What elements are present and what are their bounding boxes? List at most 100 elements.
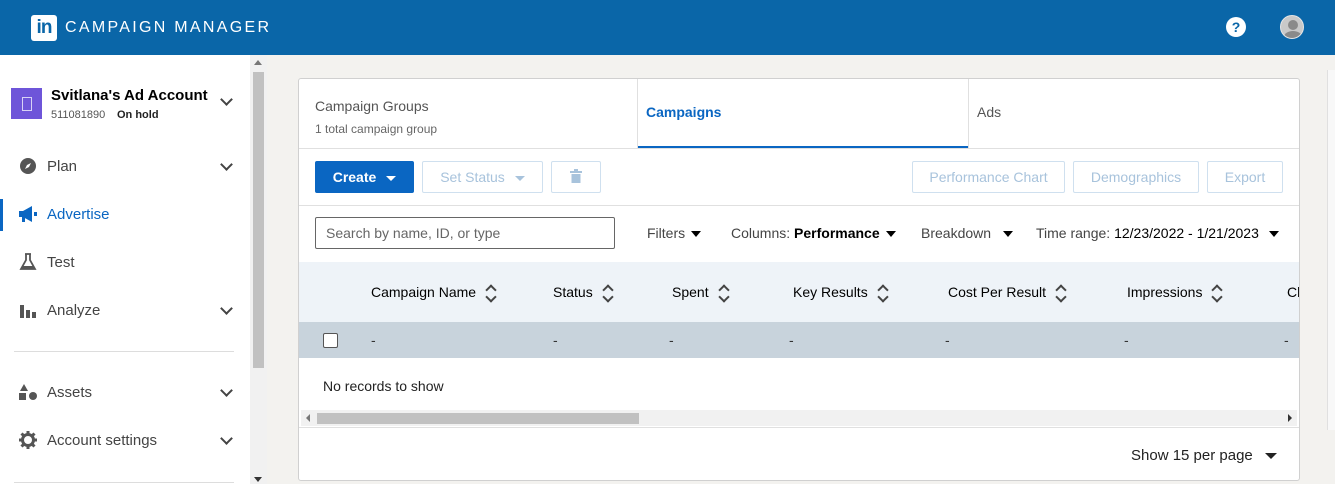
sort-icon[interactable] xyxy=(1056,286,1066,300)
sidebar: Svitlana's Ad Account 511081890 On hold … xyxy=(0,55,250,484)
column-header-label: Campaign Name xyxy=(371,284,477,300)
divider xyxy=(299,427,1299,428)
sidebar-item-account-settings[interactable]: Account settings xyxy=(0,421,250,461)
caret-down-icon xyxy=(386,175,397,181)
caret-down-icon xyxy=(1264,453,1277,460)
sidebar-scrollbar[interactable] xyxy=(250,55,267,484)
chevron-down-icon xyxy=(220,158,233,171)
sidebar-item-label: Analyze xyxy=(47,302,101,319)
linkedin-logo-icon[interactable]: in xyxy=(31,15,57,41)
column-header-clicks[interactable]: Cl xyxy=(1287,284,1299,300)
row-checkbox[interactable] xyxy=(323,333,338,348)
filters-label: Filters xyxy=(647,225,686,241)
table-header: Campaign Name Status Spent Key Results C… xyxy=(299,262,1299,322)
breakdown-dropdown[interactable]: Breakdown xyxy=(921,225,1014,241)
column-header-cost-per-result[interactable]: Cost Per Result xyxy=(948,284,1066,300)
sidebar-item-label: Test xyxy=(47,254,75,271)
campaign-panel: Campaign Groups 1 total campaign group C… xyxy=(298,78,1300,481)
account-name[interactable]: Svitlana's Ad Account xyxy=(51,87,208,104)
tab-ads[interactable]: Ads xyxy=(969,79,1299,148)
column-header-campaign-name[interactable]: Campaign Name xyxy=(371,284,496,300)
tab-campaigns[interactable]: Campaigns xyxy=(638,79,968,148)
table-cell: - xyxy=(669,332,674,348)
table-cell: - xyxy=(371,332,376,348)
page-scrollbar[interactable] xyxy=(1327,70,1335,430)
trash-icon xyxy=(570,163,582,193)
bar-chart-icon xyxy=(18,301,38,321)
sidebar-item-assets[interactable]: Assets xyxy=(0,373,250,413)
time-range-value: 12/23/2022 - 1/21/2023 xyxy=(1114,225,1259,241)
column-header-label: Status xyxy=(553,284,593,300)
columns-dropdown[interactable]: Columns: Performance xyxy=(731,225,896,241)
search-input[interactable]: Search by name, ID, or type xyxy=(315,217,615,249)
scroll-right-icon[interactable] xyxy=(1288,414,1292,422)
per-page-dropdown[interactable]: Show 15 per page xyxy=(1131,447,1277,464)
chevron-down-icon xyxy=(220,432,233,445)
caret-down-icon xyxy=(691,231,702,238)
compass-icon xyxy=(18,157,38,177)
divider xyxy=(299,205,1299,206)
scroll-down-icon[interactable] xyxy=(254,477,262,482)
sidebar-scroll-thumb[interactable] xyxy=(253,72,264,368)
caret-down-icon xyxy=(1268,231,1279,238)
sidebar-item-label: Account settings xyxy=(47,432,158,449)
column-header-label: Impressions xyxy=(1127,284,1203,300)
account-id: 511081890 xyxy=(51,109,106,121)
table-horizontal-scrollbar[interactable] xyxy=(301,410,1297,426)
scroll-up-icon[interactable] xyxy=(254,60,262,65)
app-title: CAMPAIGN MANAGER xyxy=(65,19,272,36)
sidebar-item-plan[interactable]: Plan xyxy=(0,147,250,187)
demographics-button[interactable]: Demographics xyxy=(1073,161,1199,193)
sort-icon[interactable] xyxy=(878,286,888,300)
caret-down-icon xyxy=(1003,231,1014,238)
performance-chart-button[interactable]: Performance Chart xyxy=(912,161,1065,193)
table-cell: - xyxy=(1284,332,1289,348)
avatar-body-icon xyxy=(1284,31,1302,38)
time-range-dropdown[interactable]: Time range: 12/23/2022 - 1/21/2023 xyxy=(1036,225,1279,241)
help-icon[interactable]: ? xyxy=(1226,17,1246,37)
avatar[interactable] xyxy=(1280,15,1304,39)
set-status-button[interactable]: Set Status xyxy=(422,161,543,193)
account-chevron-down-icon[interactable] xyxy=(220,93,233,106)
caret-down-icon xyxy=(885,231,896,238)
create-label: Create xyxy=(332,169,377,185)
sort-icon[interactable] xyxy=(486,286,496,300)
tab-title: Campaigns xyxy=(646,104,722,120)
scroll-left-icon[interactable] xyxy=(306,414,310,422)
chevron-down-icon xyxy=(220,384,233,397)
time-range-label: Time range: xyxy=(1036,225,1111,241)
horizontal-scroll-thumb[interactable] xyxy=(317,413,639,424)
sort-icon[interactable] xyxy=(603,286,613,300)
caret-down-icon xyxy=(514,175,525,181)
tab-subtitle: 1 total campaign group xyxy=(315,122,438,136)
table-row: - - - - - - - xyxy=(299,322,1299,358)
columns-value: Performance xyxy=(794,225,880,241)
column-header-label: Key Results xyxy=(793,284,868,300)
sort-icon[interactable] xyxy=(1212,286,1222,300)
delete-button[interactable] xyxy=(551,161,601,193)
sidebar-item-analyze[interactable]: Analyze xyxy=(0,291,250,331)
column-header-key-results[interactable]: Key Results xyxy=(793,284,888,300)
active-indicator xyxy=(0,199,3,231)
table-cell: - xyxy=(945,332,950,348)
create-button[interactable]: Create xyxy=(315,161,414,193)
column-header-impressions[interactable]: Impressions xyxy=(1127,284,1222,300)
column-header-label: Cost Per Result xyxy=(948,284,1047,300)
sidebar-item-test[interactable]: Test xyxy=(0,243,250,283)
sidebar-item-advertise[interactable]: Advertise xyxy=(0,195,250,235)
column-header-label: Spent xyxy=(672,284,709,300)
tab-title: Ads xyxy=(977,104,1002,120)
empty-state-text: No records to show xyxy=(323,378,444,394)
export-button[interactable]: Export xyxy=(1207,161,1283,193)
flask-icon xyxy=(18,253,38,273)
avatar-head-icon xyxy=(1288,20,1298,30)
filters-dropdown[interactable]: Filters xyxy=(647,225,702,241)
columns-label: Columns: xyxy=(731,225,791,241)
column-header-spent[interactable]: Spent xyxy=(672,284,729,300)
account-status: On hold xyxy=(117,109,159,121)
sidebar-item-label: Plan xyxy=(47,158,78,175)
tab-campaign-groups[interactable]: Campaign Groups 1 total campaign group xyxy=(299,79,637,148)
column-header-status[interactable]: Status xyxy=(553,284,613,300)
shapes-icon xyxy=(18,383,38,403)
sort-icon[interactable] xyxy=(719,286,729,300)
